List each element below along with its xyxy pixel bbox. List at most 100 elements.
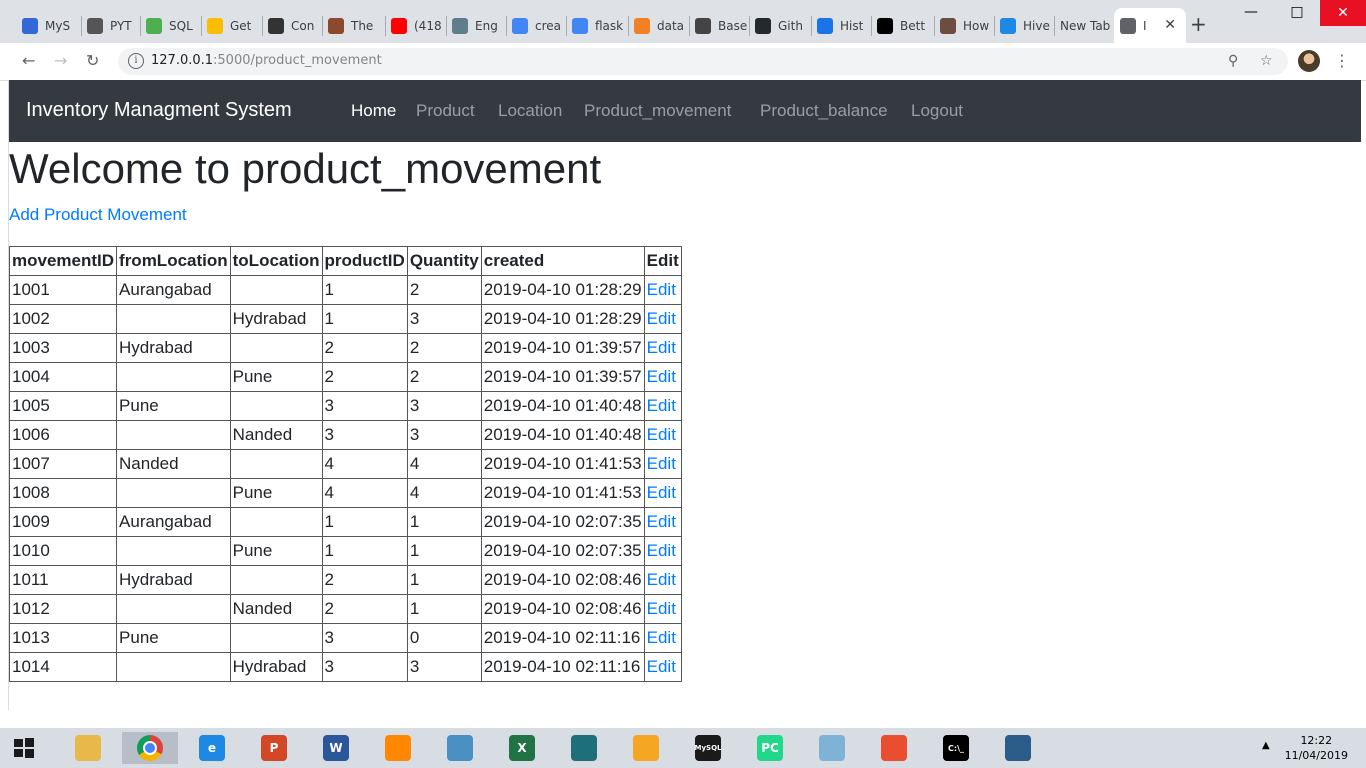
taskbar-app[interactable] bbox=[60, 732, 116, 764]
browser-tab[interactable]: Hive bbox=[1000, 8, 1052, 43]
edit-link[interactable]: Edit bbox=[647, 367, 676, 386]
edit-link[interactable]: Edit bbox=[647, 541, 676, 560]
taskbar-app[interactable]: W bbox=[308, 732, 364, 764]
edit-link[interactable]: Edit bbox=[647, 512, 676, 531]
browser-tab[interactable]: SQL bbox=[146, 8, 198, 43]
cell-edit: Edit bbox=[643, 507, 682, 537]
browser-tab[interactable]: Gith bbox=[755, 8, 807, 43]
browser-tab[interactable]: Base bbox=[695, 8, 747, 43]
tab-active[interactable]: I ✕ bbox=[1114, 8, 1186, 43]
browser-tab[interactable]: Eng bbox=[452, 8, 504, 43]
taskbar-app[interactable] bbox=[432, 732, 488, 764]
clock-time: 12:22 bbox=[1300, 734, 1333, 747]
minimize-button[interactable]: — bbox=[1228, 4, 1274, 20]
browser-tab[interactable]: flask bbox=[572, 8, 624, 43]
browser-tab[interactable]: The bbox=[328, 8, 380, 43]
browser-tab[interactable]: MyS bbox=[22, 8, 74, 43]
settings-icon bbox=[452, 17, 468, 34]
edit-link[interactable]: Edit bbox=[647, 280, 676, 299]
taskbar-app[interactable] bbox=[990, 732, 1046, 764]
taskbar-app[interactable] bbox=[804, 732, 860, 764]
browser-tab[interactable]: Con bbox=[268, 8, 320, 43]
tab-title: Base bbox=[718, 18, 747, 33]
reload-button[interactable]: ↻ bbox=[86, 51, 99, 70]
edit-link[interactable]: Edit bbox=[647, 338, 676, 357]
taskbar-app[interactable]: PC bbox=[742, 732, 798, 764]
site-brand[interactable]: Inventory Managment System bbox=[26, 99, 292, 122]
start-button[interactable] bbox=[4, 732, 44, 764]
address-bar[interactable]: i 127.0.0.1:5000/product_movement ⚲ ☆ bbox=[118, 48, 1288, 75]
tray-expand-icon[interactable]: ▲ bbox=[1262, 740, 1270, 751]
table-row: 1006 Nanded 3 3 2019-04-10 01:40:48 Edit bbox=[8, 420, 682, 450]
taskbar-app[interactable]: P bbox=[246, 732, 302, 764]
edit-link[interactable]: Edit bbox=[647, 309, 676, 328]
cell-created: 2019-04-10 01:39:57 bbox=[480, 333, 645, 363]
taskbar-app[interactable] bbox=[370, 732, 426, 764]
browser-tab[interactable]: New Tab bbox=[1060, 8, 1116, 43]
tab-title: New Tab bbox=[1060, 18, 1111, 33]
cell-quantity: 2 bbox=[406, 362, 482, 392]
forward-button[interactable]: → bbox=[54, 51, 67, 70]
taskbar-app[interactable]: X bbox=[494, 732, 550, 764]
taskbar-app-label: C:\_ bbox=[948, 743, 964, 753]
browser-tab[interactable]: Get bbox=[207, 8, 259, 43]
browser-tab[interactable]: Hist bbox=[817, 8, 869, 43]
tab-title: MyS bbox=[45, 18, 71, 33]
nav-product-movement[interactable]: Product_movement bbox=[584, 101, 731, 121]
edit-link[interactable]: Edit bbox=[647, 396, 676, 415]
browser-tab[interactable]: (418 bbox=[391, 8, 443, 43]
nav-logout[interactable]: Logout bbox=[911, 101, 963, 121]
edit-link[interactable]: Edit bbox=[647, 599, 676, 618]
cell-created: 2019-04-10 01:41:53 bbox=[480, 449, 645, 479]
profile-avatar[interactable] bbox=[1298, 50, 1320, 72]
internet-explorer-icon: e bbox=[199, 735, 225, 761]
browser-menu-icon[interactable]: ⋮ bbox=[1334, 51, 1350, 70]
taskbar-app[interactable] bbox=[122, 732, 178, 764]
tab-separator bbox=[140, 16, 141, 36]
cell-from-location: Pune bbox=[116, 623, 231, 653]
close-window-button[interactable]: ✕ bbox=[1320, 0, 1366, 26]
edit-link[interactable]: Edit bbox=[647, 483, 676, 502]
taskbar-app[interactable] bbox=[618, 732, 674, 764]
taskbar-app[interactable]: e bbox=[184, 732, 240, 764]
edit-link[interactable]: Edit bbox=[647, 454, 676, 473]
edit-link[interactable]: Edit bbox=[647, 425, 676, 444]
taskbar-app[interactable]: C:\_ bbox=[928, 732, 984, 764]
bookmark-star-icon[interactable]: ☆ bbox=[1260, 53, 1273, 69]
close-tab-icon[interactable]: ✕ bbox=[1164, 17, 1176, 33]
url-text[interactable]: 127.0.0.1:5000/product_movement bbox=[151, 53, 382, 68]
browser-tab[interactable]: How bbox=[940, 8, 992, 43]
taskbar-app[interactable]: MySQL bbox=[680, 732, 736, 764]
edit-link[interactable]: Edit bbox=[647, 628, 676, 647]
browser-tab[interactable]: Bett bbox=[877, 8, 929, 43]
cell-to-location bbox=[229, 391, 323, 421]
tab-title: PYT bbox=[110, 18, 132, 33]
cell-created: 2019-04-10 02:07:35 bbox=[480, 507, 645, 537]
browser-tab[interactable]: data bbox=[634, 8, 686, 43]
cell-from-location bbox=[116, 362, 231, 392]
edit-link[interactable]: Edit bbox=[647, 657, 676, 676]
edit-link[interactable]: Edit bbox=[647, 570, 676, 589]
browser-tab[interactable]: PYT bbox=[87, 8, 139, 43]
nav-location[interactable]: Location bbox=[498, 101, 562, 121]
system-clock[interactable]: 12:22 11/04/2019 bbox=[1285, 733, 1348, 763]
zoom-icon[interactable]: ⚲ bbox=[1228, 53, 1238, 69]
tab-title: Bett bbox=[900, 18, 926, 33]
cell-edit: Edit bbox=[643, 652, 682, 682]
chrome-icon bbox=[137, 735, 163, 761]
nav-home[interactable]: Home bbox=[351, 101, 396, 121]
taskbar-app[interactable] bbox=[866, 732, 922, 764]
excel-icon: X bbox=[509, 735, 535, 761]
taskbar-app-label: e bbox=[207, 741, 217, 755]
vlc-icon bbox=[385, 735, 411, 761]
cell-to-location bbox=[229, 275, 323, 305]
add-product-movement-link[interactable]: Add Product Movement bbox=[9, 205, 187, 225]
nav-product[interactable]: Product bbox=[416, 101, 475, 121]
nav-product-balance[interactable]: Product_balance bbox=[760, 101, 888, 121]
back-button[interactable]: ← bbox=[22, 51, 35, 70]
maximize-button[interactable]: □ bbox=[1274, 4, 1320, 20]
taskbar-app[interactable] bbox=[556, 732, 612, 764]
browser-tab[interactable]: crea bbox=[512, 8, 564, 43]
info-icon[interactable]: i bbox=[128, 53, 144, 69]
new-tab-button[interactable]: + bbox=[1190, 12, 1207, 36]
